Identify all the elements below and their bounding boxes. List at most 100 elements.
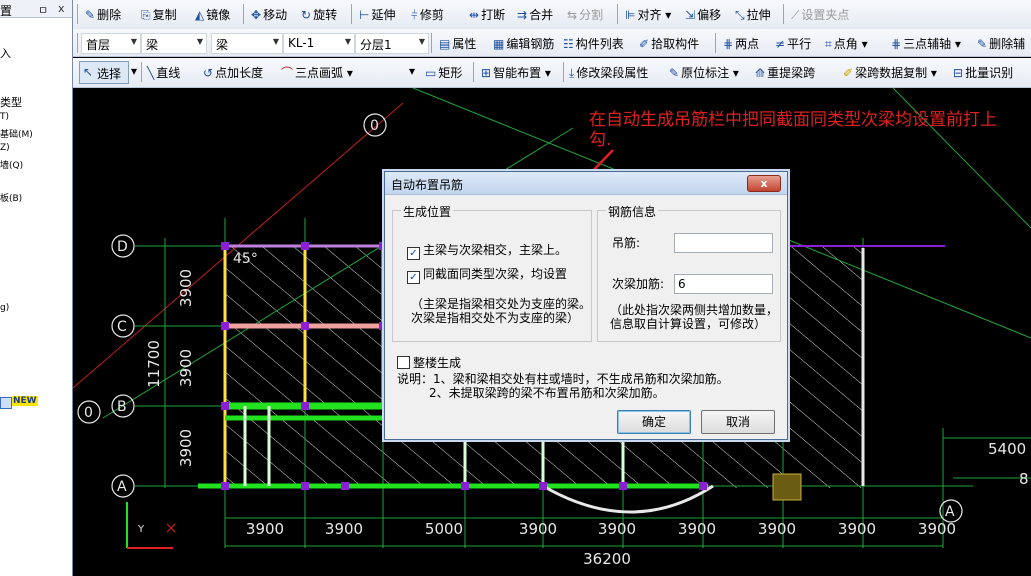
parallel-button[interactable]: ≠ 平行 <box>775 35 811 52</box>
batch-icon: ⊟ <box>953 66 964 80</box>
secondary-rebar-input[interactable]: 6 <box>674 274 773 294</box>
merge-button[interactable]: ⇉ 合并 <box>517 6 553 23</box>
same-section-option[interactable]: ✓ 同截面同类型次梁，均设置 <box>407 265 567 284</box>
rotate-button[interactable]: ↻ 旋转 <box>301 6 337 23</box>
smart-place-button[interactable]: ⊞ 智能布置 ▾ <box>481 64 551 81</box>
left-panel-item[interactable]: g) <box>0 303 9 313</box>
component-list-button[interactable]: ☷ 构件列表 <box>563 35 624 52</box>
merge-icon: ⇉ <box>517 8 528 22</box>
modify-beam-props-button[interactable]: ⤓ 修改梁段属性 <box>569 64 648 81</box>
set-grip-button[interactable]: ⟋ 设置夹点 <box>791 6 849 23</box>
properties-button[interactable]: ▤ 属性 <box>439 35 476 52</box>
left-panel-item[interactable]: 墙(Q) <box>0 158 23 171</box>
shape-dropdown[interactable]: ▾ <box>409 64 415 78</box>
checkbox-unchecked[interactable] <box>397 356 410 369</box>
in-place-label-button[interactable]: ✎ 原位标注 ▾ <box>669 64 739 81</box>
re-extract-span-button[interactable]: ⟰ 重提梁跨 <box>755 64 815 81</box>
floor-select[interactable]: 首层 ▼ <box>81 33 141 54</box>
secondary-rebar-label: 次梁加筋: <box>612 277 665 291</box>
rotate-icon: ↻ <box>301 8 312 22</box>
left-panel-item[interactable]: T) <box>0 112 9 122</box>
left-panel-item[interactable]: Z) <box>0 143 10 153</box>
trim-button[interactable]: ⫩ 修剪 <box>411 6 444 23</box>
delete-button[interactable]: ✎ 删除 <box>85 6 121 23</box>
dialog-titlebar[interactable]: 自动布置吊筋 x <box>385 172 787 195</box>
mirror-icon: ◭ <box>195 8 205 22</box>
copy-span-data-button[interactable]: ✐ 梁跨数据复制 ▾ <box>843 64 937 81</box>
line-button[interactable]: ╲ 直线 <box>147 64 180 81</box>
parallel-icon: ≠ <box>775 37 786 51</box>
break-button[interactable]: ⇹ 打断 <box>469 6 505 23</box>
dialog-title: 自动布置吊筋 <box>391 178 464 192</box>
checkbox-checked[interactable]: ✓ <box>407 247 420 260</box>
rebar-note-line2: 信息取自计算设置，可修改） <box>610 317 767 331</box>
offset-button[interactable]: ⇲ 偏移 <box>685 6 721 23</box>
delete-axis-button[interactable]: ✎ 删除辅 <box>977 35 1025 52</box>
break-icon: ⇹ <box>469 8 480 22</box>
select-dropdown[interactable]: ▾ <box>131 64 137 78</box>
rectangle-button[interactable]: ▭ 矩形 <box>425 64 462 81</box>
drawing-canvas[interactable]: D C B A A 0 0 45° Y 3900 3900 3900 11700… <box>73 88 1031 576</box>
hanger-input[interactable] <box>674 233 773 253</box>
align-button[interactable]: ⊫ 对齐 ▾ <box>625 6 671 23</box>
checkbox-checked[interactable]: ✓ <box>407 271 420 284</box>
dim-left-2: 3900 <box>177 349 195 387</box>
annotation-text: 在自动生成吊筋栏中把同截面同类型次梁均设置前打上勾. <box>589 110 997 150</box>
whole-building-option[interactable]: 整楼生成 <box>397 354 461 371</box>
pick-component-button[interactable]: ✐ 拾取构件 <box>639 35 699 52</box>
left-panel: 置 ㅁ x 入 类型 T) 基础(M) Z) 墙(Q) 板(B) g) NEW <box>0 0 73 576</box>
align-icon: ⊫ <box>625 8 636 22</box>
extend-button[interactable]: ⊢ 延伸 <box>359 6 395 23</box>
left-panel-item[interactable]: 类型 <box>0 94 22 110</box>
span-icon: ⟰ <box>755 66 766 80</box>
category-select[interactable]: 梁 ▼ <box>141 33 207 54</box>
three-point-arc-button[interactable]: ⌒ 三点画弧 ▾ <box>281 64 353 81</box>
batch-recognize-button[interactable]: ⊟ 批量识别 <box>953 64 1013 81</box>
select-button[interactable]: ↖ 选择 <box>79 61 129 84</box>
new-badge[interactable]: NEW <box>0 396 38 409</box>
three-point-axis-button[interactable]: ⋕ 三点辅轴 ▾ <box>891 35 961 52</box>
rebar-icon: ▦ <box>493 37 505 51</box>
element-select[interactable]: KL-1 ▼ <box>283 33 355 54</box>
ucs-y-label: Y <box>137 524 145 535</box>
ok-button[interactable]: 确定 <box>617 410 691 434</box>
stretch-button[interactable]: ⤡ 拉伸 <box>735 6 771 23</box>
dim-bottom-8: 3900 <box>838 520 876 538</box>
copy-button[interactable]: ⎘ 复制 <box>141 6 177 23</box>
dim-bottom-1: 3900 <box>246 520 284 538</box>
layer-select[interactable]: 分层1 ▼ <box>355 33 429 54</box>
point-angle-icon: ⌗ <box>825 37 832 51</box>
position-note-line2: 次梁是指相交处不为支座的梁） <box>411 311 580 325</box>
edit-rebar-button[interactable]: ▦ 编辑钢筋 <box>493 35 554 52</box>
extend-icon: ⊢ <box>359 8 370 22</box>
main-secondary-option[interactable]: ✓ 主梁与次梁相交，主梁上。 <box>407 241 567 260</box>
picker-icon: ✐ <box>639 37 650 51</box>
pin-icon[interactable]: ㅁ <box>38 2 48 18</box>
auto-hanger-dialog: 自动布置吊筋 x 生成位置 ✓ 主梁与次梁相交，主梁上。 ✓ 同截面同类型次梁，均设… <box>384 171 788 440</box>
list-icon: ☷ <box>563 37 574 51</box>
cancel-button[interactable]: 取消 <box>701 410 775 434</box>
cursor-icon: ↖ <box>83 65 94 79</box>
new-badge-label: NEW <box>12 396 38 406</box>
two-point-button[interactable]: ⋕ 两点 <box>723 35 759 52</box>
brush-icon: ✐ <box>843 66 854 80</box>
left-panel-item[interactable]: 入 <box>0 45 11 61</box>
arc-icon: ⌒ <box>281 66 294 80</box>
dialog-close-button[interactable]: x <box>747 175 781 192</box>
dim-bottom-7: 3900 <box>758 520 796 538</box>
mirror-button[interactable]: ◭ 镜像 <box>195 6 230 23</box>
move-button[interactable]: ✥ 移动 <box>251 6 287 23</box>
close-icon[interactable]: x <box>58 2 65 15</box>
left-panel-item[interactable]: 板(B) <box>0 191 22 204</box>
point-length-button[interactable]: ↺ 点加长度 <box>203 64 263 81</box>
left-panel-item[interactable]: 基础(M) <box>0 127 33 140</box>
split-button[interactable]: ⇆ 分割 <box>567 6 603 23</box>
selection-marker[interactable] <box>772 473 802 501</box>
dim-right-2: 8 <box>1019 470 1029 488</box>
point-angle-button[interactable]: ⌗ 点角 ▾ <box>825 35 868 52</box>
rebar-group-label: 钢筋信息 <box>606 203 659 220</box>
axis-label-b: B <box>117 399 127 415</box>
two-point-icon: ⋕ <box>723 37 734 51</box>
axis-label-a: A <box>117 479 127 495</box>
type-select[interactable]: 梁 ▼ <box>211 33 283 54</box>
